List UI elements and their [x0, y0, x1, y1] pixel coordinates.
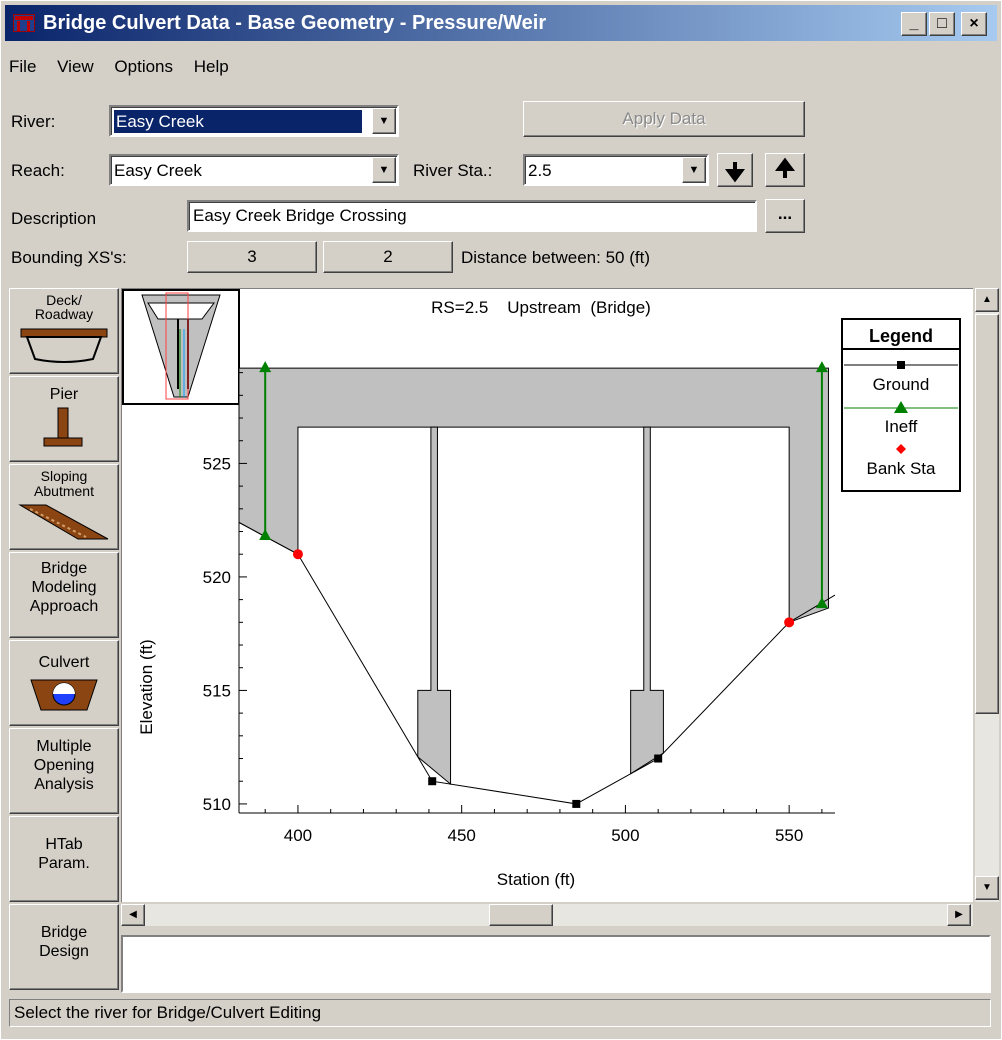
y-axis-label: Elevation (ft): [137, 639, 156, 734]
ineff-marker-4: [815, 361, 828, 373]
bridge-design-label: Bridge Design: [39, 924, 89, 960]
pier-button[interactable]: Pier: [9, 376, 119, 462]
next-station-button[interactable]: [765, 153, 805, 187]
scroll-up-icon[interactable]: ▲: [975, 288, 999, 312]
culvert-label: Culvert: [38, 654, 90, 671]
reach-label: Reach:: [11, 161, 65, 180]
close-button[interactable]: ×: [961, 12, 987, 36]
y-tick-label-510: 510: [203, 795, 231, 814]
scroll-down-icon[interactable]: ▼: [975, 876, 999, 900]
x-tick-label-500: 500: [611, 826, 639, 845]
description-more-button[interactable]: ...: [765, 199, 805, 233]
river-sta-value: 2.5: [528, 161, 552, 180]
deck-abutment-shape: [238, 367, 829, 624]
bridge-design-button[interactable]: Bridge Design: [9, 904, 119, 990]
pier-label: Pier: [49, 386, 79, 403]
pier-2-shape: [630, 426, 664, 775]
ground-point-2: [428, 777, 437, 786]
legend: Legend Ground Ineff Bank Sta: [841, 318, 961, 492]
prev-station-button[interactable]: [717, 153, 753, 187]
menu-file[interactable]: File: [9, 57, 36, 76]
hec-ras-icon[interactable]: [13, 14, 35, 32]
multiple-opening-analysis-button[interactable]: Multiple Opening Analysis: [9, 728, 119, 814]
x-tick-label-400: 400: [284, 826, 312, 845]
bridge-info-textbox[interactable]: [121, 935, 991, 993]
sloping-abutment-icon: [18, 504, 109, 540]
legend-ineff-label: Ineff: [885, 417, 918, 436]
river-value: Easy Creek: [114, 110, 362, 133]
ground-line: [238, 521, 836, 805]
menu-options[interactable]: Options: [114, 57, 173, 76]
up-arrow-icon: [775, 157, 795, 178]
bounding-xs-upstream-button[interactable]: 3: [187, 241, 317, 273]
pier-icon: [43, 407, 83, 447]
scroll-left-icon[interactable]: ◀: [121, 904, 145, 926]
bounding-label: Bounding XS's:: [11, 248, 127, 267]
bank-sta-marker-2: [784, 617, 795, 628]
maximize-button[interactable]: □: [929, 12, 955, 36]
vertical-scroll-thumb[interactable]: [975, 314, 999, 714]
htab-param-label: HTab Param.: [38, 836, 90, 872]
multiple-opening-analysis-label: Multiple Opening Analysis: [33, 738, 95, 793]
chart-svg: RS=2.5 Upstream (Bridge) 510 515 520 525 400…: [122, 289, 961, 889]
bridge-culvert-window: Bridge Culvert Data - Base Geometry - Pr…: [0, 0, 1002, 1040]
reach-value: Easy Creek: [114, 161, 202, 180]
river-sta-label: River Sta.:: [413, 161, 493, 180]
sloping-abutment-button[interactable]: Sloping Abutment: [9, 464, 119, 550]
horizontal-scroll-thumb[interactable]: [489, 904, 553, 926]
menu-view[interactable]: View: [57, 57, 94, 76]
bounding-xs-downstream-button[interactable]: 2: [323, 241, 453, 273]
river-dropdown-arrow-icon[interactable]: ▼: [372, 108, 396, 134]
river-sta-select[interactable]: 2.5 ▼: [523, 154, 709, 186]
legend-bank-sta-label: Bank Sta: [867, 459, 937, 478]
description-input[interactable]: Easy Creek Bridge Crossing: [187, 200, 757, 232]
y-tick-label-525: 525: [203, 454, 231, 473]
bridge-modeling-approach-button[interactable]: Bridge Modeling Approach: [9, 552, 119, 638]
legend-title: Legend: [869, 326, 933, 346]
minimize-button[interactable]: _: [901, 12, 927, 36]
menu-help[interactable]: Help: [194, 57, 229, 76]
ineff-marker-2: [259, 361, 272, 373]
distance-between: Distance between: 50 (ft): [461, 248, 650, 267]
reach-select[interactable]: Easy Creek ▼: [109, 154, 399, 186]
description-value: Easy Creek Bridge Crossing: [193, 206, 407, 225]
htab-param-button[interactable]: HTab Param.: [9, 816, 119, 902]
x-tick-label-450: 450: [447, 826, 475, 845]
apply-data-button[interactable]: Apply Data: [523, 101, 805, 137]
legend-ground-label: Ground: [873, 375, 930, 394]
river-label: River:: [11, 112, 56, 131]
y-tick-label-520: 520: [203, 568, 231, 587]
x-axis-label: Station (ft): [497, 870, 575, 889]
pier-1-shape: [417, 426, 452, 786]
vertical-scrollbar[interactable]: ▲ ▼: [975, 288, 999, 902]
bridge-modeling-approach-label: Bridge Modeling Approach: [29, 560, 99, 615]
reach-dropdown-arrow-icon[interactable]: ▼: [372, 157, 396, 183]
status-bar: Select the river for Bridge/Culvert Edit…: [9, 999, 991, 1027]
culvert-icon: [30, 679, 98, 711]
window-title: Bridge Culvert Data - Base Geometry - Pr…: [43, 12, 547, 34]
title-bar[interactable]: Bridge Culvert Data - Base Geometry - Pr…: [5, 5, 997, 41]
bank-sta-marker-1: [292, 549, 303, 560]
deck-roadway-button[interactable]: Deck/ Roadway: [9, 288, 119, 374]
down-arrow-icon: [725, 162, 745, 183]
overview-inset[interactable]: [122, 289, 240, 405]
horizontal-scrollbar[interactable]: ◀ ▶: [121, 904, 973, 926]
ground-point-4: [654, 754, 663, 763]
scroll-right-icon[interactable]: ▶: [947, 904, 971, 926]
legend-ground-marker: [897, 361, 905, 369]
river-select[interactable]: Easy Creek ▼: [109, 105, 399, 137]
cross-section-plot[interactable]: RS=2.5 Upstream (Bridge) 510 515 520 525 400…: [121, 288, 973, 902]
y-tick-label-515: 515: [203, 681, 231, 700]
deck-roadway-icon: [20, 328, 108, 363]
menu-bar: File View Options Help: [9, 57, 245, 85]
sloping-abutment-label: Sloping Abutment: [34, 468, 94, 499]
deck-roadway-label: Deck/ Roadway: [34, 292, 94, 322]
chart-title: RS=2.5 Upstream (Bridge): [431, 298, 651, 317]
ground-point-3: [572, 799, 581, 808]
culvert-button[interactable]: Culvert: [9, 640, 119, 726]
status-text: Select the river for Bridge/Culvert Edit…: [14, 1003, 322, 1022]
river-sta-dropdown-arrow-icon[interactable]: ▼: [682, 157, 706, 183]
x-tick-label-550: 550: [775, 826, 803, 845]
description-label: Description: [11, 209, 97, 228]
